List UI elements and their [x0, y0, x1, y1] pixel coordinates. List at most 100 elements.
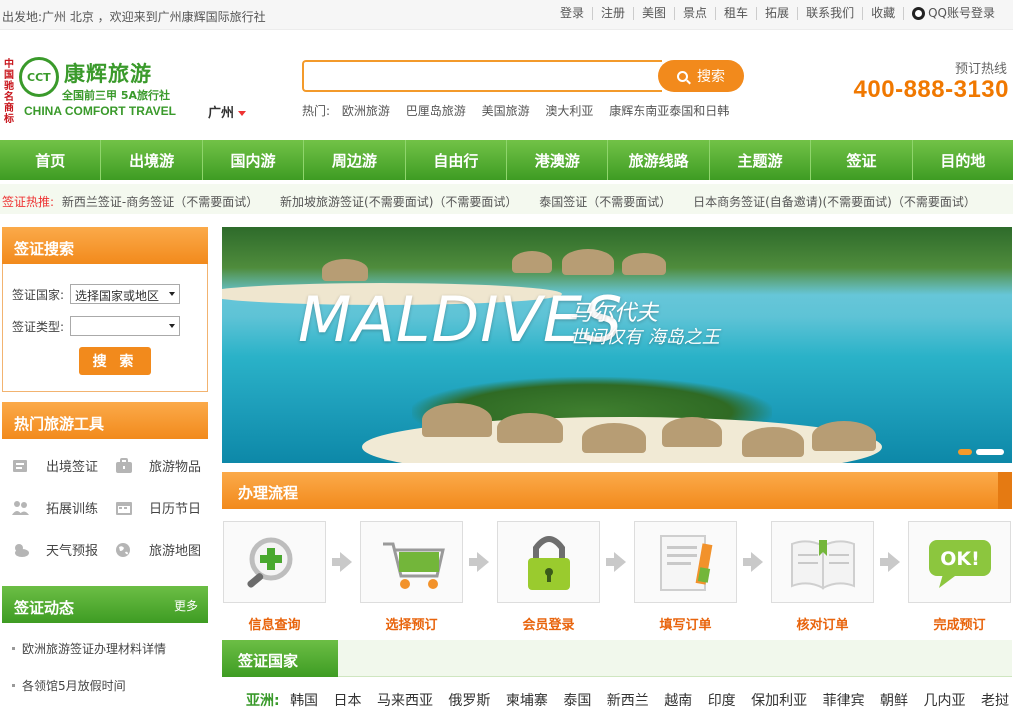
- step-fill-order[interactable]: [634, 521, 737, 603]
- country-link[interactable]: 几内亚: [924, 693, 966, 708]
- news-more-link[interactable]: 更多: [174, 597, 198, 614]
- photos-link[interactable]: 美图: [634, 7, 676, 20]
- document-pen-icon: [660, 535, 713, 591]
- nav-routes[interactable]: 旅游线路: [608, 140, 710, 180]
- visa-countries-header: 签证国家: [222, 640, 1012, 677]
- visa-search-panel: 签证搜索 签证国家: 选择国家或地区 签证类型: 搜 索: [2, 227, 208, 392]
- step-select-book[interactable]: [360, 521, 463, 603]
- country-link[interactable]: 越南: [664, 693, 692, 708]
- nav-outbound[interactable]: 出境游: [101, 140, 203, 180]
- country-link[interactable]: 印度: [708, 693, 736, 708]
- search-input[interactable]: [304, 62, 662, 90]
- hot-link[interactable]: 美国旅游: [482, 104, 530, 118]
- nav-destinations[interactable]: 目的地: [913, 140, 1013, 180]
- search-box: [302, 60, 662, 92]
- magnifier-plus-icon: [247, 537, 293, 588]
- nav-nearby[interactable]: 周边游: [304, 140, 406, 180]
- hero-banner[interactable]: MALDIVES 马尔代夫 世间仅有 海岛之王: [222, 227, 1012, 463]
- hot-searches: 热门: 欧洲旅游 巴厘岛旅游 美国旅游 澳大利亚 康辉东南亚泰国和日韩: [302, 102, 741, 119]
- step-member-login[interactable]: [497, 521, 600, 603]
- logo-emblem: CCT: [19, 57, 59, 97]
- tool-travel-items[interactable]: 旅游物品: [115, 456, 201, 475]
- hot-link[interactable]: 巴厘岛旅游: [406, 104, 466, 118]
- site-logo[interactable]: 中国驰名商标 CCT 康辉旅游 全国前三甲 5A旅行社 CHINA COMFOR…: [4, 55, 184, 125]
- nav-domestic[interactable]: 国内游: [203, 140, 305, 180]
- country-link[interactable]: 马来西亚: [377, 693, 433, 708]
- passport-icon: [12, 458, 30, 474]
- country-link[interactable]: 老挝: [981, 693, 1009, 708]
- visa-search-button[interactable]: 搜 索: [79, 347, 151, 375]
- visa-news-panel: 签证动态 更多 欧洲旅游签证办理材料详情 各领馆5月放假时间: [2, 586, 208, 708]
- visa-type-select[interactable]: [70, 316, 181, 336]
- svg-text:OK!: OK!: [940, 548, 980, 570]
- tool-label: 天气预报: [46, 544, 99, 559]
- search-icon: [677, 70, 688, 82]
- login-link[interactable]: 登录: [552, 7, 593, 20]
- car-rental-link[interactable]: 租车: [716, 7, 758, 20]
- tool-label: 旅游物品: [149, 460, 202, 475]
- visa-hot-link[interactable]: 新西兰签证-商务签证（不需要面试）: [62, 195, 258, 209]
- brand-name: 康辉旅游: [64, 62, 152, 86]
- city-selector[interactable]: 广州: [208, 102, 246, 121]
- register-link[interactable]: 注册: [593, 7, 634, 20]
- country-link[interactable]: 菲律宾: [823, 693, 865, 708]
- attractions-link[interactable]: 景点: [675, 7, 717, 20]
- brand-tagline: 全国前三甲 5A旅行社: [62, 89, 170, 102]
- country-link[interactable]: 韩国: [290, 693, 318, 708]
- visa-hot-link[interactable]: 新加坡旅游签证(不需要面试)（不需要面试）: [280, 195, 517, 209]
- hotline-label: 预订热线: [954, 62, 1007, 77]
- visa-country-select[interactable]: 选择国家或地区: [70, 284, 181, 304]
- outward-training-link[interactable]: 拓展: [757, 7, 799, 20]
- country-link[interactable]: 俄罗斯: [448, 693, 490, 708]
- country-link[interactable]: 泰国: [563, 693, 591, 708]
- search-button[interactable]: 搜索: [658, 60, 744, 92]
- nav-home[interactable]: 首页: [0, 140, 102, 180]
- visa-country-row: 签证国家: 选择国家或地区: [12, 284, 181, 304]
- tool-label: 拓展训练: [46, 502, 99, 517]
- visa-hot-link[interactable]: 日本商务签证(自备邀请)(不需要面试)（不需要面试）: [693, 195, 976, 209]
- arrow-icon: [469, 552, 489, 572]
- nav-hk-macau[interactable]: 港澳游: [507, 140, 609, 180]
- visa-search-title: 签证搜索: [2, 227, 208, 264]
- visa-hot-link[interactable]: 泰国签证（不需要面试）: [539, 195, 671, 209]
- hot-link[interactable]: 澳大利亚: [545, 104, 593, 118]
- hot-link[interactable]: 欧洲旅游: [342, 104, 390, 118]
- country-link[interactable]: 保加利亚: [751, 693, 807, 708]
- contact-link[interactable]: 联系我们: [798, 7, 864, 20]
- country-link[interactable]: 朝鲜: [880, 693, 908, 708]
- logo-mark: CCT: [27, 71, 51, 84]
- tool-training[interactable]: 拓展训练: [12, 498, 98, 517]
- news-item[interactable]: 欧洲旅游签证办理材料详情: [12, 640, 166, 657]
- step-info-query[interactable]: [223, 521, 326, 603]
- open-book-icon: [791, 540, 855, 590]
- qq-login-label: QQ账号登录: [928, 6, 995, 20]
- step-check-order[interactable]: [771, 521, 874, 603]
- tool-visa[interactable]: 出境签证: [12, 456, 98, 475]
- tool-calendar[interactable]: 日历节日: [115, 498, 201, 517]
- people-icon: [12, 500, 30, 516]
- process-title: 办理流程: [222, 472, 998, 509]
- tool-label: 出境签证: [46, 460, 99, 475]
- country-link[interactable]: 日本: [334, 693, 362, 708]
- news-item[interactable]: 各领馆5月放假时间: [12, 677, 126, 694]
- calendar-icon: [115, 500, 133, 516]
- visa-type-row: 签证类型:: [12, 316, 181, 336]
- main-nav: 首页 出境游 国内游 周边游 自由行 港澳游 旅游线路 主题游 签证 目的地: [0, 140, 1013, 180]
- region-label: 亚洲:: [246, 693, 280, 708]
- tool-weather[interactable]: 天气预报: [12, 540, 98, 559]
- lock-icon: [528, 536, 570, 590]
- nav-visa[interactable]: 签证: [811, 140, 913, 180]
- banner-dot[interactable]: [976, 449, 1004, 455]
- favorite-link[interactable]: 收藏: [863, 7, 905, 20]
- qq-login-link[interactable]: QQ账号登录: [904, 7, 1003, 20]
- country-link[interactable]: 新西兰: [607, 693, 649, 708]
- hotline-number: 400-888-3130: [853, 76, 1009, 103]
- banner-dot-active[interactable]: [958, 449, 972, 455]
- step-complete[interactable]: OK!: [908, 521, 1011, 603]
- hot-link[interactable]: 康辉东南亚泰国和日韩: [609, 104, 729, 118]
- tool-map[interactable]: 旅游地图: [115, 540, 201, 559]
- qq-icon: [912, 7, 926, 20]
- nav-themes[interactable]: 主题游: [710, 140, 812, 180]
- nav-free-travel[interactable]: 自由行: [406, 140, 508, 180]
- country-link[interactable]: 柬埔寨: [506, 693, 548, 708]
